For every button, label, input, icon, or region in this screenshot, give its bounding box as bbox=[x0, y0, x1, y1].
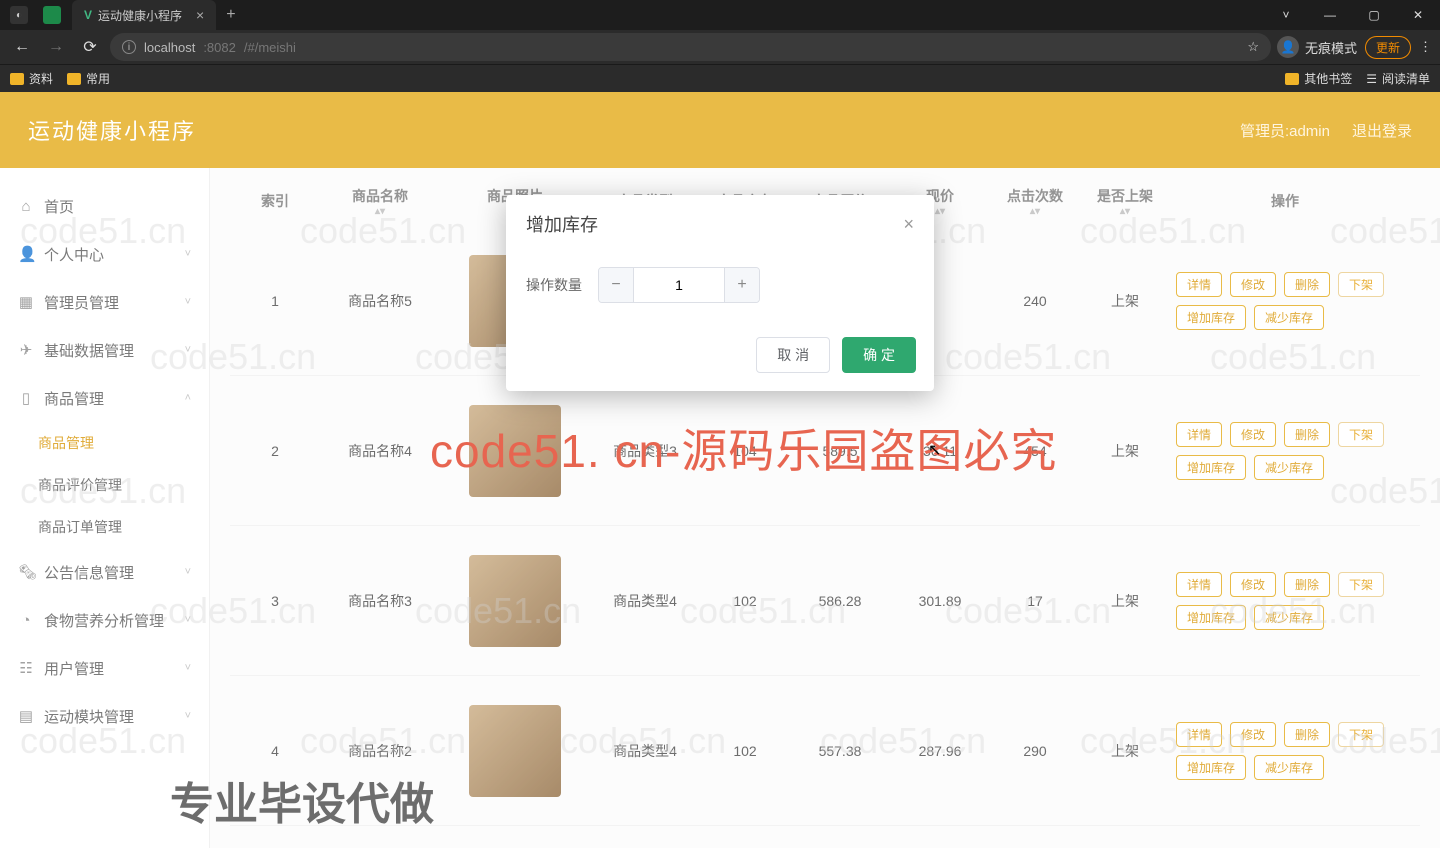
update-button[interactable]: 更新 bbox=[1365, 36, 1411, 59]
browser-titlebar: ◐ V 运动健康小程序 × + ˅ — ▢ ✕ bbox=[0, 0, 1440, 30]
add-stock-modal: 增加库存 × 操作数量 − + 取 消 确 定 bbox=[506, 195, 934, 391]
bookmark-folder[interactable]: 常用 bbox=[67, 70, 110, 87]
url-path: /#/meishi bbox=[244, 40, 296, 55]
folder-icon bbox=[67, 73, 81, 85]
ok-button[interactable]: 确 定 bbox=[842, 337, 916, 373]
close-icon[interactable]: × bbox=[196, 7, 204, 23]
quantity-stepper: − + bbox=[598, 267, 760, 303]
star-icon[interactable]: ☆ bbox=[1247, 39, 1259, 55]
stepper-input[interactable] bbox=[633, 268, 725, 302]
forward-icon[interactable]: → bbox=[42, 33, 70, 61]
address-bar: ← → ⟳ i localhost :8082 /#/meishi ☆ 👤 无痕模式… bbox=[0, 30, 1440, 64]
incognito-badge[interactable]: 👤 无痕模式 bbox=[1277, 36, 1357, 58]
list-icon: ☰ bbox=[1366, 72, 1377, 86]
vue-icon: V bbox=[84, 8, 92, 22]
incognito-label: 无痕模式 bbox=[1305, 38, 1357, 57]
cancel-button[interactable]: 取 消 bbox=[756, 337, 830, 373]
reading-list[interactable]: ☰阅读清单 bbox=[1366, 70, 1430, 87]
window-icon: ◐ bbox=[10, 6, 28, 24]
bookmark-folder[interactable]: 资料 bbox=[10, 70, 53, 87]
maximize-icon[interactable]: ▢ bbox=[1352, 0, 1396, 30]
reload-icon[interactable]: ⟳ bbox=[76, 33, 104, 61]
back-icon[interactable]: ← bbox=[8, 33, 36, 61]
new-tab-button[interactable]: + bbox=[226, 6, 235, 24]
folder-icon bbox=[1285, 73, 1299, 85]
stepper-decrease[interactable]: − bbox=[599, 268, 633, 302]
bookmarks-bar: 资料 常用 其他书签 ☰阅读清单 bbox=[0, 64, 1440, 92]
modal-title: 增加库存 bbox=[526, 211, 598, 237]
url-port: :8082 bbox=[203, 40, 236, 55]
stepper-increase[interactable]: + bbox=[725, 268, 759, 302]
menu-icon[interactable]: ⋮ bbox=[1419, 39, 1432, 55]
tab-title: 运动健康小程序 bbox=[98, 7, 182, 24]
chevron-down-icon[interactable]: ˅ bbox=[1264, 0, 1308, 30]
close-icon[interactable]: × bbox=[903, 214, 914, 235]
url-input[interactable]: i localhost :8082 /#/meishi ☆ bbox=[110, 33, 1271, 61]
folder-icon bbox=[10, 73, 24, 85]
other-bookmarks[interactable]: 其他书签 bbox=[1285, 70, 1352, 87]
window-close-icon[interactable]: ✕ bbox=[1396, 0, 1440, 30]
minimize-icon[interactable]: — bbox=[1308, 0, 1352, 30]
incognito-icon: 👤 bbox=[1277, 36, 1299, 58]
browser-tab[interactable]: V 运动健康小程序 × bbox=[72, 0, 216, 30]
app-icon bbox=[43, 6, 61, 24]
site-info-icon[interactable]: i bbox=[122, 40, 136, 54]
qty-label: 操作数量 bbox=[526, 275, 582, 295]
url-host: localhost bbox=[144, 40, 195, 55]
